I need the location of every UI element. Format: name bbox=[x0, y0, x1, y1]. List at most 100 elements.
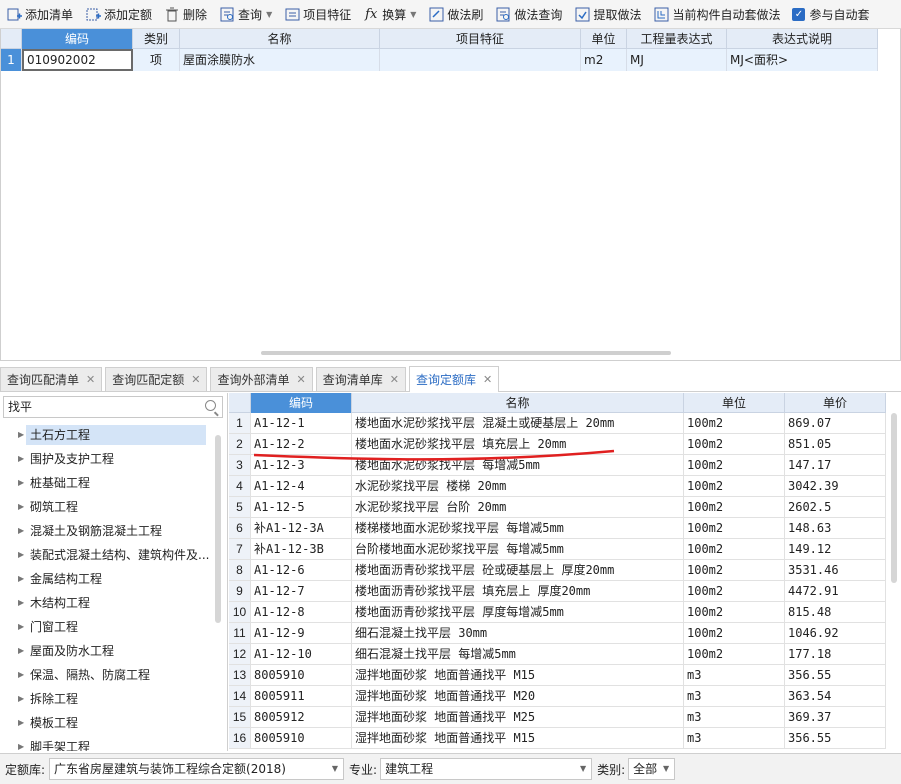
tree-item[interactable]: ▶ 土石方工程 bbox=[18, 425, 206, 445]
tree-item[interactable]: ▶ 混凝土及钢筋混凝土工程 bbox=[18, 521, 162, 541]
feature-icon bbox=[284, 6, 300, 22]
chevron-right-icon[interactable]: ▶ bbox=[18, 593, 24, 613]
tree-item[interactable]: ▶ 木结构工程 bbox=[18, 593, 90, 613]
query-icon bbox=[219, 6, 235, 22]
delete-button[interactable]: 删除 bbox=[158, 0, 213, 28]
chevron-right-icon[interactable]: ▶ bbox=[18, 521, 24, 541]
auto-apply-button[interactable]: 当前构件自动套做法 bbox=[647, 0, 786, 28]
chevron-right-icon[interactable]: ▶ bbox=[18, 665, 24, 685]
chevron-right-icon[interactable]: ▶ bbox=[18, 689, 24, 709]
col-header-unit[interactable]: 单位 bbox=[581, 29, 627, 49]
tree-item[interactable]: ▶ 金属结构工程 bbox=[18, 569, 102, 589]
close-icon[interactable]: ✕ bbox=[296, 369, 305, 391]
cell-expr[interactable]: MJ bbox=[627, 49, 727, 71]
category-select[interactable]: 全部 ▼ bbox=[628, 758, 676, 780]
method-query-icon bbox=[495, 6, 511, 22]
cell-unit[interactable]: m2 bbox=[581, 49, 627, 71]
tree-item-label: 门窗工程 bbox=[30, 620, 79, 634]
tree-item-label: 拆除工程 bbox=[30, 692, 79, 706]
category-value: 全部 bbox=[633, 762, 658, 776]
cell-name[interactable]: 屋面涂膜防水 bbox=[180, 49, 380, 71]
tree-item[interactable]: ▶ 砌筑工程 bbox=[18, 497, 78, 517]
tree-item[interactable]: ▶ 装配式混凝土结构、建筑构件及... bbox=[18, 545, 209, 565]
chevron-right-icon[interactable]: ▶ bbox=[18, 737, 24, 751]
chevron-right-icon[interactable]: ▶ bbox=[18, 569, 24, 589]
chevron-right-icon[interactable]: ▶ bbox=[18, 641, 24, 661]
tree-item-label: 桩基础工程 bbox=[30, 476, 91, 490]
convert-button[interactable]: fx 换算 ▼ bbox=[357, 0, 422, 28]
tree-item-label: 土石方工程 bbox=[26, 425, 206, 445]
quota-lib-select[interactable]: 广东省房屋建筑与装饰工程综合定额(2018) ▼ bbox=[49, 758, 345, 780]
chevron-right-icon[interactable]: ▶ bbox=[18, 497, 24, 517]
chevron-right-icon[interactable]: ▶ bbox=[18, 473, 24, 493]
chevron-down-icon: ▼ bbox=[662, 764, 670, 773]
auto-apply-checkbox[interactable]: ✓ 参与自动套 bbox=[786, 0, 875, 28]
chevron-right-icon[interactable]: ▶ bbox=[18, 545, 24, 565]
tree-item-label: 混凝土及钢筋混凝土工程 bbox=[30, 524, 163, 538]
query-button[interactable]: 查询 ▼ bbox=[213, 0, 278, 28]
close-icon[interactable]: ✕ bbox=[483, 369, 492, 391]
tab-external-list[interactable]: 查询外部清单 ✕ bbox=[210, 367, 313, 391]
query-label: 查询 bbox=[238, 7, 263, 22]
tree-item-label: 木结构工程 bbox=[30, 596, 91, 610]
chevron-right-icon[interactable]: ▶ bbox=[18, 425, 24, 445]
tab-quota-library[interactable]: 查询定额库 ✕ bbox=[408, 366, 500, 392]
table-row[interactable]: 1 010902002 项 屋面涂膜防水 m2 MJ MJ<面积> bbox=[1, 49, 878, 71]
col-header-name[interactable]: 名称 bbox=[180, 29, 380, 49]
method-query-button[interactable]: 做法查询 bbox=[489, 0, 568, 28]
tree-item-label: 围护及支护工程 bbox=[30, 452, 115, 466]
filter-bar: 定额库: 广东省房屋建筑与装饰工程综合定额(2018) ▼ 专业: 建筑工程 ▼… bbox=[0, 753, 901, 784]
extract-method-button[interactable]: 提取做法 bbox=[568, 0, 647, 28]
tree-item-label: 装配式混凝土结构、建筑构件及... bbox=[30, 548, 210, 562]
tree-scrollbar[interactable] bbox=[215, 435, 221, 623]
tree-item[interactable]: ▶ 拆除工程 bbox=[18, 689, 78, 709]
tab-match-list[interactable]: 查询匹配清单 ✕ bbox=[0, 367, 103, 391]
cell-type[interactable]: 项 bbox=[133, 49, 180, 71]
major-select[interactable]: 建筑工程 ▼ bbox=[380, 758, 593, 780]
method-brush-button[interactable]: 做法刷 bbox=[422, 0, 489, 28]
tree-item[interactable]: ▶ 围护及支护工程 bbox=[18, 449, 114, 469]
add-quota-button[interactable]: 添加定额 bbox=[79, 0, 158, 28]
quota-grid: 编码 名称 单位 单价 1 A1-12-1 楼地面水泥砂浆找平层 混凝土或硬基层上 … bbox=[229, 393, 901, 751]
cell-code[interactable]: 010902002 bbox=[22, 49, 133, 71]
cell-feature[interactable] bbox=[380, 49, 581, 71]
search-input[interactable]: 找平 bbox=[3, 396, 223, 418]
tree-item-label: 模板工程 bbox=[30, 716, 79, 730]
cell-desc[interactable]: MJ<面积> bbox=[727, 49, 878, 71]
tree-item-label: 砌筑工程 bbox=[30, 500, 79, 514]
horizontal-scrollbar[interactable] bbox=[261, 351, 671, 355]
col-header-feature[interactable]: 项目特征 bbox=[380, 29, 581, 49]
close-icon[interactable]: ✕ bbox=[191, 369, 200, 391]
tree-item[interactable]: ▶ 保温、隔热、防腐工程 bbox=[18, 665, 150, 685]
col-header-desc[interactable]: 表达式说明 bbox=[727, 29, 878, 49]
major-value: 建筑工程 bbox=[385, 762, 434, 776]
delete-label: 删除 bbox=[183, 7, 208, 22]
tab-list-library[interactable]: 查询清单库 ✕ bbox=[315, 367, 406, 391]
col-header-expr[interactable]: 工程量表达式 bbox=[627, 29, 727, 49]
chevron-right-icon[interactable]: ▶ bbox=[18, 449, 24, 469]
tree-item[interactable]: ▶ 屋面及防水工程 bbox=[18, 641, 114, 661]
chevron-right-icon[interactable]: ▶ bbox=[18, 617, 24, 637]
col-header-code[interactable]: 编码 bbox=[22, 29, 133, 49]
col-header-type[interactable]: 类别 bbox=[133, 29, 180, 49]
tab-match-quota[interactable]: 查询匹配定额 ✕ bbox=[105, 367, 208, 391]
tree-item[interactable]: ▶ 模板工程 bbox=[18, 713, 78, 733]
method-query-label: 做法查询 bbox=[514, 7, 563, 22]
tree-item[interactable]: ▶ 桩基础工程 bbox=[18, 473, 90, 493]
auto-apply-icon bbox=[653, 6, 669, 22]
tab-label: 查询清单库 bbox=[322, 372, 383, 387]
feature-button[interactable]: 项目特征 bbox=[278, 0, 357, 28]
add-list-button[interactable]: 添加清单 bbox=[0, 0, 79, 28]
row-index-header bbox=[1, 29, 22, 49]
add-list-icon bbox=[6, 6, 22, 22]
chevron-right-icon[interactable]: ▶ bbox=[18, 713, 24, 733]
tree-item[interactable]: ▶ 门窗工程 bbox=[18, 617, 78, 637]
close-icon[interactable]: ✕ bbox=[86, 369, 95, 391]
close-icon[interactable]: ✕ bbox=[390, 369, 399, 391]
search-icon[interactable] bbox=[205, 400, 216, 411]
checkbox-checked-icon: ✓ bbox=[792, 7, 806, 21]
trash-icon bbox=[164, 6, 180, 22]
quota-grid-scrollbar[interactable] bbox=[891, 413, 897, 583]
fx-icon: fx bbox=[365, 6, 378, 22]
tree-item[interactable]: ▶ 脚手架工程 bbox=[18, 737, 90, 751]
